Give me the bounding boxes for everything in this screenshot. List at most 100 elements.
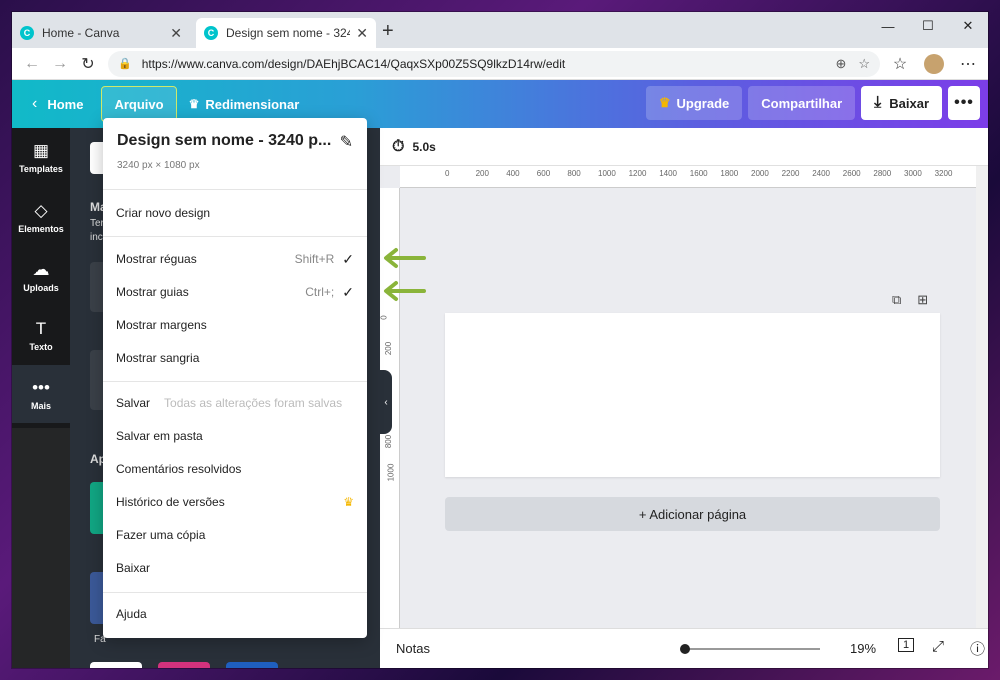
- lock-icon[interactable]: 🔒: [118, 57, 132, 70]
- duration-label[interactable]: 5.0s: [412, 140, 435, 154]
- design-dimensions: 3240 px × 1080 px: [117, 160, 200, 171]
- close-window-icon[interactable]: ✕: [948, 12, 988, 40]
- menu-item-help[interactable]: Ajuda: [103, 599, 367, 629]
- browser-menu-icon[interactable]: ⋯: [954, 50, 982, 78]
- elements-icon: ◇: [34, 200, 48, 220]
- reload-icon[interactable]: ↻: [74, 50, 102, 78]
- maximize-icon[interactable]: ☐: [908, 12, 948, 40]
- zoom-icon[interactable]: ⊕: [835, 56, 846, 72]
- menu-item-label: Salvar: [116, 396, 151, 410]
- sidebar-item-templates[interactable]: ▦ Templates: [12, 128, 70, 186]
- upgrade-label: Upgrade: [676, 95, 730, 111]
- share-label: Compartilhar: [761, 95, 843, 111]
- notes-button[interactable]: Notas: [396, 641, 430, 656]
- add-page-button[interactable]: + Adicionar página: [445, 497, 940, 531]
- ruler-tick-label: 1800: [720, 169, 739, 178]
- sidebar-item-texto[interactable]: T Texto: [12, 306, 70, 364]
- menu-item-create-design[interactable]: Criar novo design: [103, 198, 367, 228]
- menu-item-show-margins[interactable]: Mostrar margens: [103, 310, 367, 340]
- menu-item-label: Mostrar réguas: [116, 252, 197, 266]
- ruler-tick-label: 2400: [812, 169, 830, 178]
- menu-item-show-guides[interactable]: Mostrar guias Ctrl+; ✓: [103, 277, 367, 307]
- sidebar-item-uploads[interactable]: ☁ Uploads: [12, 247, 70, 305]
- timer-icon[interactable]: ⏱: [392, 138, 404, 156]
- sidebar-item-mais[interactable]: ••• Mais: [12, 365, 70, 423]
- close-tab-icon[interactable]: ✕: [170, 25, 182, 42]
- sidebar-item-elementos[interactable]: ◇ Elementos: [12, 188, 70, 246]
- vertical-scrollbar[interactable]: [976, 166, 988, 628]
- tab-design[interactable]: C Design sem nome - 3240 px × 1080 ✕: [196, 18, 376, 48]
- ruler-tick-label: 800: [567, 169, 581, 178]
- menu-item-label: Baixar: [116, 561, 151, 575]
- new-tab-icon[interactable]: +: [382, 20, 394, 43]
- ruler-tick-label: 200: [475, 169, 489, 178]
- ruler-tick-label: 1600: [689, 169, 708, 178]
- close-tab-icon[interactable]: ✕: [356, 25, 368, 42]
- menu-item-show-bleed[interactable]: Mostrar sangria: [103, 343, 367, 373]
- menu-divider: [103, 381, 367, 382]
- menu-item-label: Mostrar guias: [116, 285, 189, 299]
- ruler-tick-label: 3200: [934, 169, 953, 178]
- menu-item-resolved-comments[interactable]: Comentários resolvidos: [103, 454, 367, 484]
- rail-lower-area: [12, 428, 70, 668]
- favorite-add-icon[interactable]: ☆: [858, 56, 870, 72]
- tab-bar: C Home - Canva ✕ C Design sem nome - 324…: [12, 12, 988, 48]
- tab-title: Home - Canva: [42, 26, 120, 40]
- menu-item-label: Salvar em pasta: [116, 429, 203, 443]
- profile-avatar[interactable]: [924, 53, 944, 74]
- url-text: https://www.canva.com/design/DAEhjBCAC14…: [141, 56, 566, 71]
- panel-app-card[interactable]: [158, 662, 210, 668]
- more-options-button[interactable]: •••: [948, 86, 980, 120]
- menu-divider: [103, 236, 367, 237]
- zoom-value[interactable]: 19%: [850, 641, 876, 656]
- share-button[interactable]: Compartilhar: [748, 86, 856, 120]
- sidebar-item-label: Templates: [19, 163, 63, 174]
- upload-icon: ☁: [32, 259, 50, 279]
- duplicate-page-icon[interactable]: ⧉: [892, 292, 901, 308]
- help-icon[interactable]: ⓘ: [970, 638, 985, 659]
- panel-app-card[interactable]: [226, 662, 278, 668]
- url-field[interactable]: 🔒 https://www.canva.com/design/DAEhjBCAC…: [108, 50, 880, 77]
- menu-item-show-rulers[interactable]: Mostrar réguas Shift+R ✓: [103, 244, 367, 274]
- favorites-icon[interactable]: ☆: [886, 50, 914, 78]
- tab-home-canva[interactable]: C Home - Canva ✕: [12, 18, 190, 48]
- ruler-tick-label: 1200: [628, 169, 647, 178]
- minimize-icon[interactable]: —: [868, 12, 908, 40]
- zoom-slider-handle[interactable]: [680, 644, 690, 654]
- download-icon: ⤓: [874, 94, 882, 111]
- menu-item-version-history[interactable]: Histórico de versões ♛: [103, 487, 367, 517]
- home-button[interactable]: ‹ Home: [20, 86, 95, 122]
- forward-icon[interactable]: →: [46, 50, 74, 78]
- shortcut-label: Ctrl+;: [305, 285, 335, 299]
- menu-item-download[interactable]: Baixar: [103, 553, 367, 583]
- menu-item-label: Criar novo design: [116, 206, 211, 220]
- more-icon: •••: [32, 377, 50, 397]
- upgrade-button[interactable]: ♛ Upgrade: [645, 86, 743, 120]
- chevron-left-icon: ‹: [32, 95, 38, 112]
- panel-app-card[interactable]: [90, 662, 142, 668]
- menu-item-label: Comentários resolvidos: [116, 462, 242, 476]
- address-bar: ← → ↻ 🔒 https://www.canva.com/design/DAE…: [12, 48, 988, 80]
- menu-item-make-copy[interactable]: Fazer uma cópia: [103, 520, 367, 550]
- fullscreen-icon[interactable]: ⤢: [932, 638, 944, 655]
- check-icon: ✓: [342, 250, 354, 267]
- menu-item-save-to-folder[interactable]: Salvar em pasta: [103, 421, 367, 451]
- arquivo-button[interactable]: Arquivo: [101, 86, 177, 122]
- back-icon[interactable]: ←: [18, 50, 46, 78]
- resize-button[interactable]: ♛ Redimensionar: [177, 86, 312, 122]
- download-button[interactable]: ⤓ Baixar: [861, 86, 942, 120]
- pencil-icon[interactable]: ✎: [340, 132, 353, 152]
- ruler-tick-label: 600: [536, 169, 551, 178]
- design-canvas[interactable]: [445, 313, 940, 477]
- sidebar-item-label: Mais: [30, 400, 51, 411]
- collapse-panel-button[interactable]: ‹: [380, 370, 392, 434]
- page-count-icon[interactable]: 1: [898, 638, 915, 652]
- check-icon: ✓: [342, 283, 354, 300]
- ruler-tick-label: 1000: [598, 169, 616, 178]
- design-title[interactable]: Design sem nome - 3240 p...: [117, 132, 353, 150]
- zoom-slider-track[interactable]: [684, 648, 820, 650]
- menu-item-label: Mostrar margens: [116, 318, 207, 332]
- browser-window: C Home - Canva ✕ C Design sem nome - 324…: [12, 12, 988, 668]
- add-page-icon[interactable]: ⊞: [917, 292, 928, 308]
- menu-item-save[interactable]: Salvar Todas as alterações foram salvas: [103, 388, 367, 418]
